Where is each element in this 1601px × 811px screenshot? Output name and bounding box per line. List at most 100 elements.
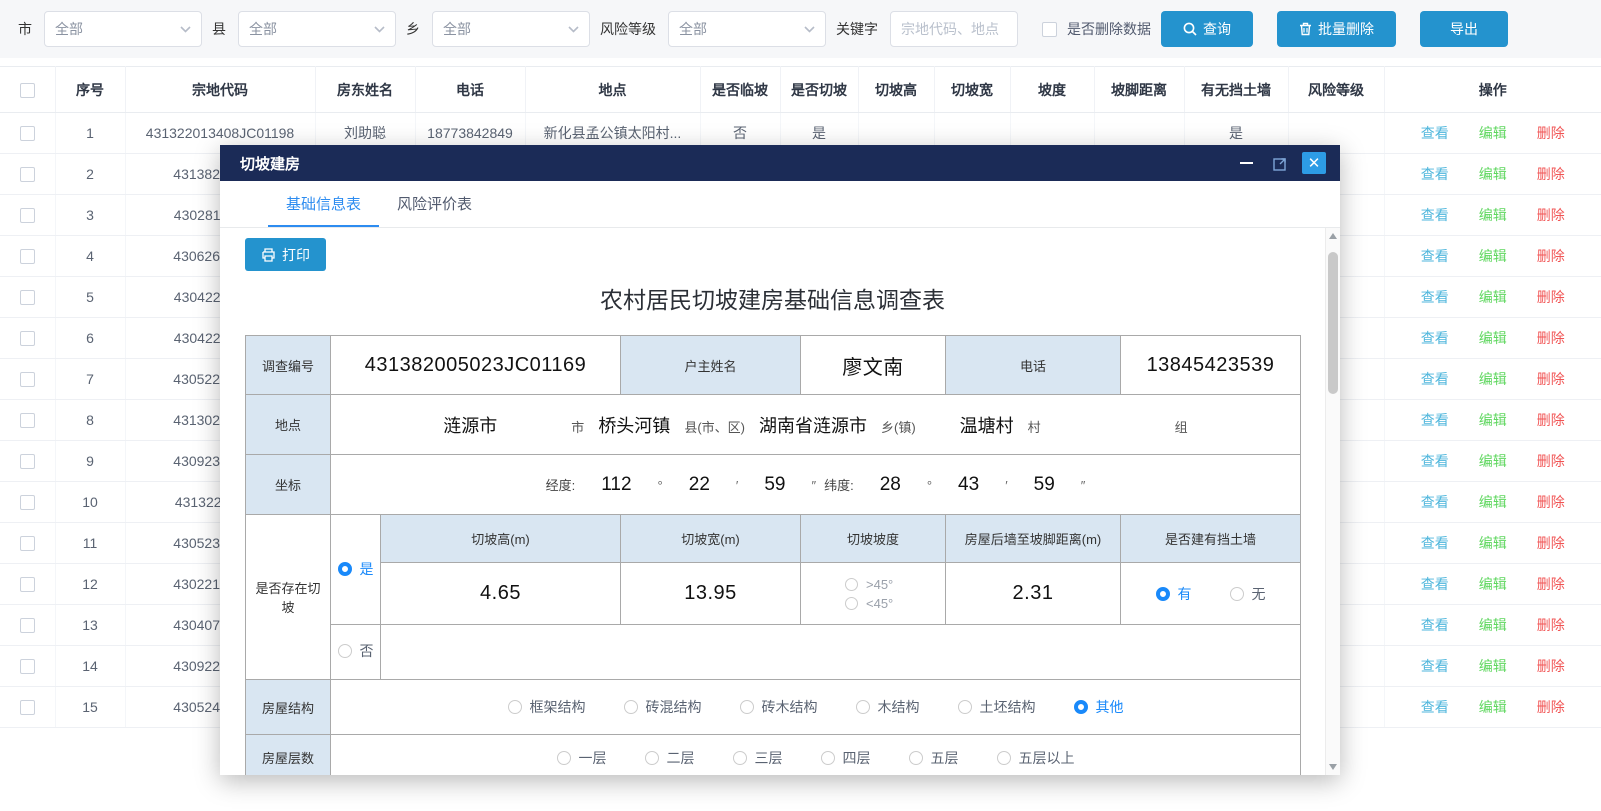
view-link[interactable]: 查看 [1421, 656, 1449, 676]
radio-icon[interactable] [845, 578, 858, 591]
row-checkbox[interactable] [20, 618, 35, 633]
edit-link[interactable]: 编辑 [1479, 451, 1507, 471]
radio-icon[interactable] [909, 751, 923, 765]
delete-link[interactable]: 删除 [1537, 164, 1565, 184]
structure-option[interactable]: 其他 [1074, 697, 1124, 717]
tab-risk-evaluation[interactable]: 风险评价表 [379, 181, 490, 227]
radio-icon[interactable] [856, 700, 870, 714]
scroll-up-icon[interactable] [1329, 233, 1337, 239]
view-link[interactable]: 查看 [1421, 164, 1449, 184]
dialog-titlebar[interactable]: 切坡建房 ✕ [220, 145, 1340, 181]
delete-link[interactable]: 删除 [1537, 123, 1565, 143]
radio-icon[interactable] [821, 751, 835, 765]
structure-option[interactable]: 木结构 [856, 697, 920, 717]
edit-link[interactable]: 编辑 [1479, 123, 1507, 143]
radio-icon[interactable] [645, 751, 659, 765]
structure-option[interactable]: 土坯结构 [958, 697, 1036, 717]
view-link[interactable]: 查看 [1421, 246, 1449, 266]
row-checkbox[interactable] [20, 372, 35, 387]
minimize-button[interactable] [1234, 152, 1258, 174]
modal-scrollbar[interactable] [1325, 228, 1340, 775]
row-checkbox[interactable] [20, 413, 35, 428]
show-deleted-checkbox[interactable] [1042, 22, 1057, 37]
edit-link[interactable]: 编辑 [1479, 574, 1507, 594]
delete-link[interactable]: 删除 [1537, 574, 1565, 594]
row-checkbox[interactable] [20, 700, 35, 715]
floors-option[interactable]: 五层 [909, 748, 959, 768]
edit-link[interactable]: 编辑 [1479, 656, 1507, 676]
radio-icon[interactable] [1156, 587, 1170, 601]
edit-link[interactable]: 编辑 [1479, 697, 1507, 717]
delete-link[interactable]: 删除 [1537, 410, 1565, 430]
edit-link[interactable]: 编辑 [1479, 615, 1507, 635]
keyword-input[interactable] [890, 11, 1018, 47]
county-select[interactable]: 全部 [238, 11, 396, 47]
delete-link[interactable]: 删除 [1537, 492, 1565, 512]
radio-icon[interactable] [624, 700, 638, 714]
radio-icon[interactable] [845, 597, 858, 610]
print-button[interactable]: 打印 [245, 238, 326, 271]
edit-link[interactable]: 编辑 [1479, 205, 1507, 225]
structure-option[interactable]: 砖混结构 [624, 697, 702, 717]
delete-link[interactable]: 删除 [1537, 328, 1565, 348]
row-checkbox[interactable] [20, 577, 35, 592]
delete-link[interactable]: 删除 [1537, 533, 1565, 553]
maximize-button[interactable] [1268, 152, 1292, 174]
edit-link[interactable]: 编辑 [1479, 164, 1507, 184]
view-link[interactable]: 查看 [1421, 410, 1449, 430]
row-checkbox[interactable] [20, 331, 35, 346]
tab-basic-info[interactable]: 基础信息表 [268, 181, 379, 227]
edit-link[interactable]: 编辑 [1479, 410, 1507, 430]
row-checkbox[interactable] [20, 454, 35, 469]
view-link[interactable]: 查看 [1421, 615, 1449, 635]
slope-exists-yes-radio[interactable]: 是 [338, 559, 374, 579]
batch-delete-button[interactable]: 批量删除 [1277, 11, 1396, 47]
select-all-checkbox[interactable] [20, 83, 35, 98]
risk-level-select[interactable]: 全部 [668, 11, 826, 47]
radio-icon[interactable] [338, 644, 352, 658]
view-link[interactable]: 查看 [1421, 205, 1449, 225]
delete-link[interactable]: 删除 [1537, 656, 1565, 676]
floors-option[interactable]: 三层 [733, 748, 783, 768]
close-button[interactable]: ✕ [1302, 152, 1326, 174]
radio-icon[interactable] [338, 562, 352, 576]
delete-link[interactable]: 删除 [1537, 615, 1565, 635]
delete-link[interactable]: 删除 [1537, 451, 1565, 471]
floors-option[interactable]: 四层 [821, 748, 871, 768]
row-checkbox[interactable] [20, 249, 35, 264]
view-link[interactable]: 查看 [1421, 574, 1449, 594]
delete-link[interactable]: 删除 [1537, 369, 1565, 389]
edit-link[interactable]: 编辑 [1479, 246, 1507, 266]
structure-option[interactable]: 框架结构 [508, 697, 586, 717]
query-button[interactable]: 查询 [1161, 11, 1253, 47]
delete-link[interactable]: 删除 [1537, 697, 1565, 717]
export-button[interactable]: 导出 [1420, 11, 1508, 47]
wall-option[interactable]: 有 [1156, 584, 1192, 604]
delete-link[interactable]: 删除 [1537, 287, 1565, 307]
radio-icon[interactable] [557, 751, 571, 765]
edit-link[interactable]: 编辑 [1479, 533, 1507, 553]
grade-option[interactable]: >45° [845, 577, 893, 592]
floors-option[interactable]: 一层 [557, 748, 607, 768]
edit-link[interactable]: 编辑 [1479, 328, 1507, 348]
view-link[interactable]: 查看 [1421, 492, 1449, 512]
view-link[interactable]: 查看 [1421, 328, 1449, 348]
grade-option[interactable]: <45° [845, 596, 893, 611]
view-link[interactable]: 查看 [1421, 369, 1449, 389]
row-checkbox[interactable] [20, 167, 35, 182]
edit-link[interactable]: 编辑 [1479, 492, 1507, 512]
edit-link[interactable]: 编辑 [1479, 287, 1507, 307]
row-checkbox[interactable] [20, 126, 35, 141]
delete-link[interactable]: 删除 [1537, 246, 1565, 266]
radio-icon[interactable] [733, 751, 747, 765]
edit-link[interactable]: 编辑 [1479, 369, 1507, 389]
row-checkbox[interactable] [20, 290, 35, 305]
row-checkbox[interactable] [20, 495, 35, 510]
city-select[interactable]: 全部 [44, 11, 202, 47]
scroll-down-icon[interactable] [1329, 764, 1337, 770]
view-link[interactable]: 查看 [1421, 697, 1449, 717]
radio-icon[interactable] [508, 700, 522, 714]
row-checkbox[interactable] [20, 659, 35, 674]
radio-icon[interactable] [1074, 700, 1088, 714]
wall-option[interactable]: 无 [1230, 584, 1266, 604]
